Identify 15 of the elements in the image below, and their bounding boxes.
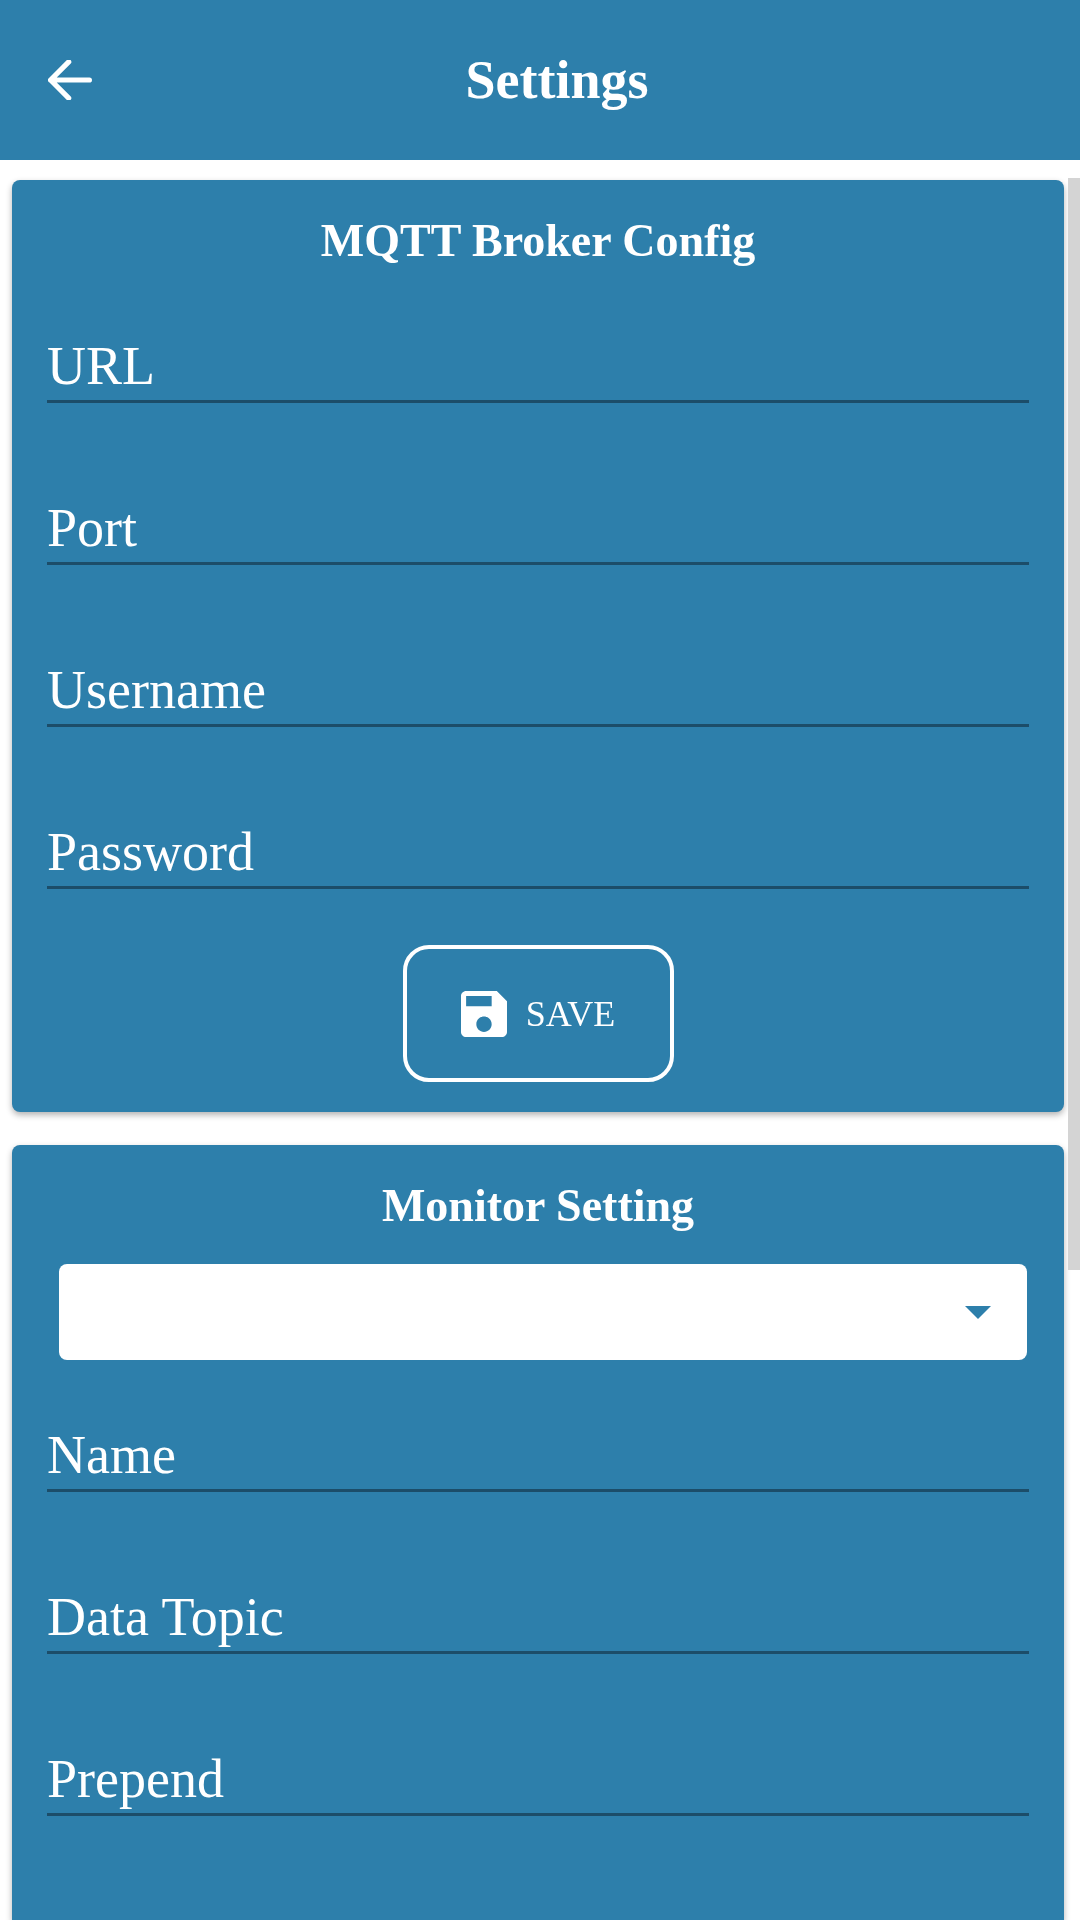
app-bar-title: Settings [464,49,650,112]
save-button[interactable]: SAVE [402,945,674,1082]
input-field[interactable]: Name [47,1420,1029,1492]
dropdown-field[interactable] [59,1264,1027,1360]
input-field[interactable]: Password [47,817,1029,889]
back-arrow-icon [48,60,92,100]
dropdown-caret-icon [965,1305,991,1319]
card-title: Monitor Setting [380,1179,696,1233]
card-title: MQTT Broker Config [319,214,757,268]
input-field[interactable]: Data Topic [47,1582,1029,1654]
input-field[interactable]: Prepend [47,1744,1029,1816]
input-field[interactable]: Username [47,655,1029,727]
back-button[interactable] [48,60,92,100]
input-field[interactable]: Port [47,493,1029,565]
input-field[interactable]: URL [47,331,1029,403]
